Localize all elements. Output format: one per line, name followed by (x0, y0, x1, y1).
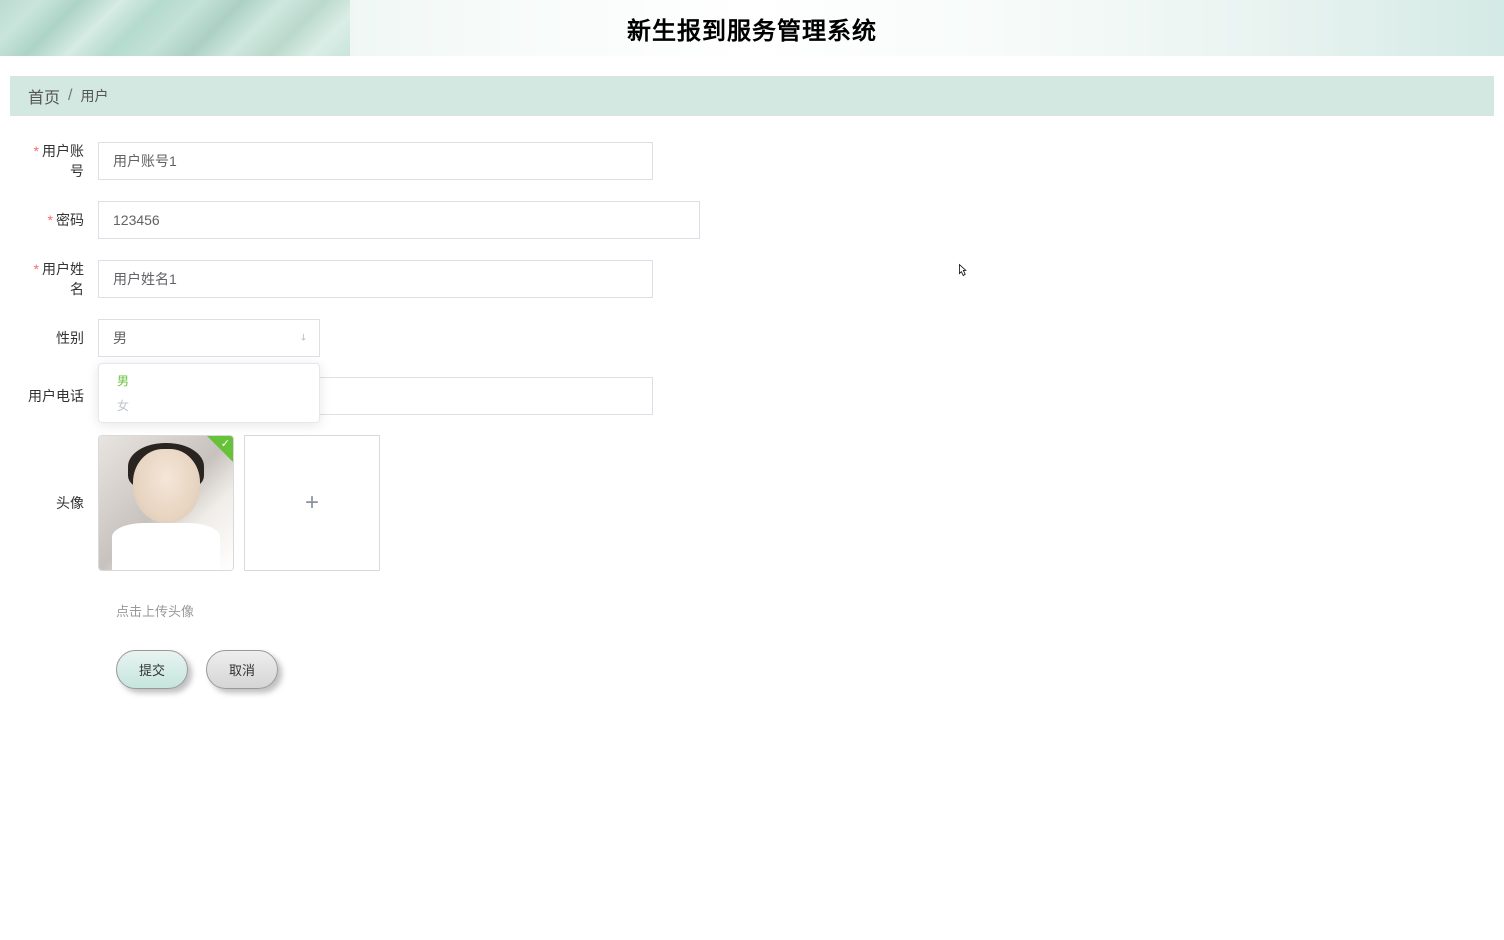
cancel-button[interactable]: 取消 (206, 650, 278, 689)
account-input[interactable] (98, 142, 653, 180)
breadcrumb: 首页 / 用户 (10, 76, 1494, 116)
gender-dropdown: 男 女 (98, 363, 320, 423)
check-icon: ✓ (221, 437, 230, 450)
plus-icon: + (305, 489, 319, 517)
header: 新生报到服务管理系统 (0, 0, 1504, 56)
name-label: *用户姓名 (20, 259, 98, 299)
submit-button[interactable]: 提交 (116, 650, 188, 689)
gender-option-female[interactable]: 女 (99, 393, 319, 418)
avatar-thumbnail[interactable]: ✓ (98, 435, 234, 571)
phone-label: 用户电话 (20, 386, 98, 406)
password-input[interactable] (98, 201, 700, 239)
form-container: *用户账号 *密码 *用户姓名 性别 男 (0, 116, 1504, 714)
required-mark: * (34, 261, 39, 277)
header-decoration (0, 0, 350, 56)
gender-value: 男 (113, 328, 127, 348)
name-input[interactable] (98, 260, 653, 298)
required-mark: * (48, 212, 53, 228)
avatar-add-button[interactable]: + (244, 435, 380, 571)
breadcrumb-home[interactable]: 首页 (28, 84, 60, 108)
gender-label: 性别 (20, 328, 98, 348)
gender-option-male[interactable]: 男 (99, 368, 319, 393)
avatar-hint: 点击上传头像 (116, 601, 1484, 620)
breadcrumb-current: 用户 (80, 86, 108, 106)
app-title: 新生报到服务管理系统 (627, 11, 877, 46)
required-mark: * (34, 143, 39, 159)
password-label: *密码 (20, 210, 98, 230)
breadcrumb-separator: / (68, 87, 72, 105)
chevron-down-icon (298, 331, 309, 346)
avatar-label: 头像 (20, 435, 98, 513)
gender-select[interactable]: 男 (98, 319, 320, 357)
account-label: *用户账号 (20, 141, 98, 181)
